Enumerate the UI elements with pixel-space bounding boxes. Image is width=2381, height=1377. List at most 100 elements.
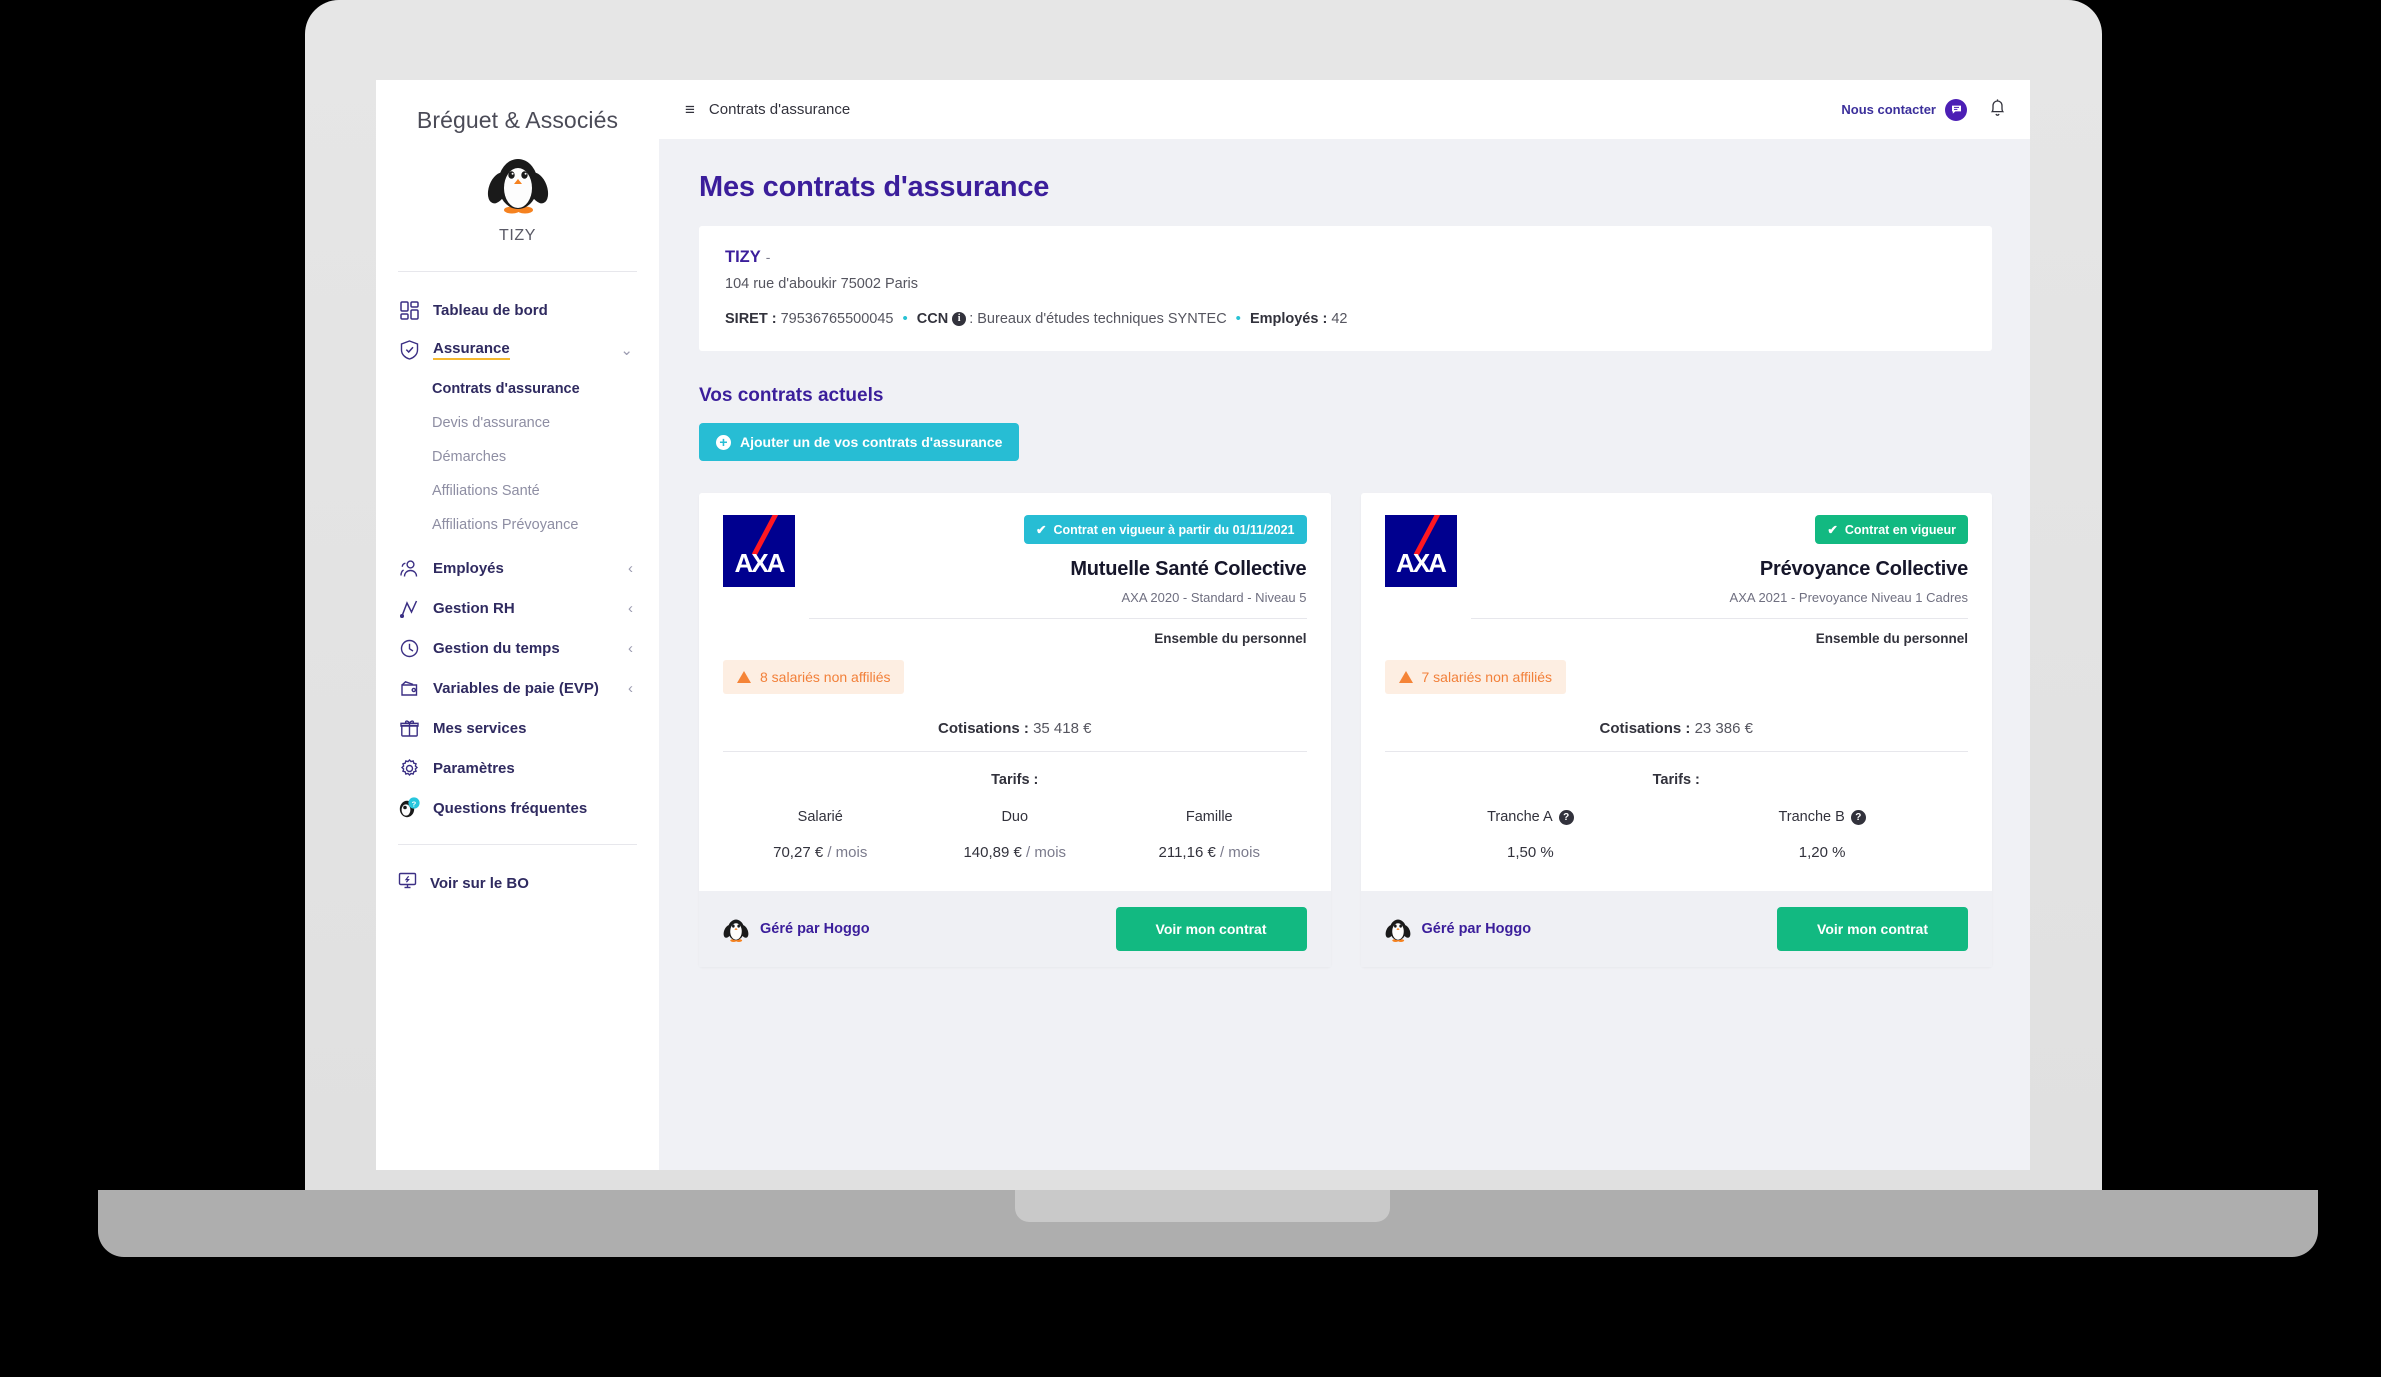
gift-icon bbox=[398, 717, 420, 739]
company-name-row: TIZY - bbox=[725, 248, 1966, 267]
page-title: Mes contrats d'assurance bbox=[699, 171, 1050, 203]
company-meta-row: SIRET : 79536765500045 • CCN i : Bureaux… bbox=[725, 310, 1966, 327]
penguin-icon bbox=[723, 919, 749, 942]
check-icon: ✔ bbox=[1827, 523, 1838, 537]
penguin-icon bbox=[1385, 919, 1410, 942]
contract-card-header-right: ✔ Contrat en vigueur Prévoyance Collecti… bbox=[1457, 515, 1968, 646]
chevron-left-icon[interactable]: ‹ bbox=[628, 681, 633, 696]
add-contract-button[interactable]: + Ajouter un de vos contrats d'assurance bbox=[699, 423, 1020, 461]
siret-value: 79536765500045 bbox=[780, 310, 894, 327]
penguin-icon bbox=[487, 159, 548, 214]
notification-bell-icon[interactable] bbox=[1989, 98, 2006, 122]
sidebar-nav: Tableau de bord Assurance ⌄ Contrats d'a… bbox=[376, 272, 659, 895]
tarif-header: Duo bbox=[1001, 809, 1028, 825]
sidebar-subitem-devis-dassurance[interactable]: Devis d'assurance bbox=[376, 406, 659, 440]
info-icon[interactable]: i bbox=[952, 311, 967, 326]
siret-label: SIRET : bbox=[725, 310, 777, 327]
contract-header-divider bbox=[1470, 618, 1968, 619]
hamburger-menu-icon[interactable]: ≡ bbox=[685, 101, 695, 118]
clock-icon bbox=[398, 637, 420, 659]
tarif-column: Tranche A ? 1,50 % bbox=[1385, 808, 1677, 861]
contract-header-divider bbox=[809, 618, 1307, 619]
topbar-actions: Nous contacter bbox=[1841, 98, 2006, 122]
contract-card-body: AXA ✔ Contrat en vigueur à partir du 01/… bbox=[699, 493, 1331, 891]
sidebar-subitem-contrats-dassurance[interactable]: Contrats d'assurance bbox=[376, 372, 659, 406]
sidebar-item-gestion-rh[interactable]: Gestion RH ‹ bbox=[376, 588, 659, 628]
tarif-column: Famille 211,16 € / mois bbox=[1112, 808, 1307, 861]
dashboard-icon bbox=[398, 299, 420, 321]
chevron-left-icon[interactable]: ‹ bbox=[628, 561, 633, 576]
tarif-value-row: 70,27 € / mois bbox=[723, 844, 918, 861]
contract-name: Prévoyance Collective bbox=[1759, 558, 1968, 580]
meta-separator: • bbox=[902, 310, 908, 327]
sidebar-subitem-affiliations-prevoyance[interactable]: Affiliations Prévoyance bbox=[376, 508, 659, 542]
contributions-value: 35 418 € bbox=[1033, 720, 1092, 737]
sidebar-item-voir-sur-le-bo[interactable]: Voir sur le BO bbox=[376, 845, 659, 895]
contract-scope: Ensemble du personnel bbox=[1815, 631, 1968, 646]
plus-icon: + bbox=[716, 434, 731, 450]
sidebar-item-questions-frequentes[interactable]: ? Questions fréquentes bbox=[376, 788, 659, 828]
warning-triangle-icon bbox=[1398, 671, 1413, 683]
tarif-header-label: Tranche B bbox=[1778, 809, 1845, 825]
chart-line-icon bbox=[398, 597, 420, 619]
sidebar-item-label: Tableau de bord bbox=[433, 301, 548, 319]
chevron-left-icon[interactable]: ‹ bbox=[628, 601, 633, 616]
tarif-value: 1,50 % bbox=[1507, 844, 1554, 861]
contract-name: Mutuelle Santé Collective bbox=[1070, 558, 1307, 580]
shield-check-icon bbox=[398, 339, 420, 361]
tarif-value-row: 211,16 € / mois bbox=[1112, 844, 1307, 861]
chevron-left-icon[interactable]: ‹ bbox=[628, 641, 633, 656]
sidebar-item-label: Paramètres bbox=[433, 759, 515, 777]
tarif-header: Famille bbox=[1186, 809, 1233, 825]
sidebar-item-mes-services[interactable]: Mes services bbox=[376, 708, 659, 748]
view-contract-button[interactable]: Voir mon contrat bbox=[1777, 907, 1968, 951]
contact-us-button[interactable]: Nous contacter bbox=[1841, 98, 1967, 121]
sidebar-item-tableau-de-bord[interactable]: Tableau de bord bbox=[376, 290, 659, 330]
contact-us-label: Nous contacter bbox=[1841, 102, 1936, 117]
sidebar-subitem-demarches[interactable]: Démarches bbox=[376, 440, 659, 474]
company-info-card: TIZY - 104 rue d'aboukir 75002 Paris SIRE… bbox=[699, 226, 1992, 351]
sidebar-item-variables-de-paie[interactable]: Variables de paie (EVP) ‹ bbox=[376, 668, 659, 708]
company-name: TIZY bbox=[725, 248, 761, 266]
unaffiliated-warning-pill[interactable]: 7 salariés non affiliés bbox=[1384, 660, 1566, 694]
contributions-label: Cotisations : bbox=[1599, 720, 1691, 737]
topbar-title: Contrats d'assurance bbox=[708, 101, 851, 118]
add-contract-label: Ajouter un de vos contrats d'assurance bbox=[740, 434, 1003, 450]
contract-card-body: AXA ✔ Contrat en vigueur Prévoyance Coll… bbox=[1361, 493, 1993, 891]
main-column: ≡ Contrats d'assurance Nous contacter Me… bbox=[659, 80, 2030, 1170]
app-screen: Bréguet & Associés TIZY Tableau de bord … bbox=[376, 80, 2030, 1170]
tarif-column: Duo 140,89 € / mois bbox=[918, 808, 1113, 861]
check-icon: ✔ bbox=[1035, 523, 1047, 537]
status-badge: ✔ Contrat en vigueur à partir du 01/11/2… bbox=[1023, 515, 1307, 544]
wallet-icon bbox=[398, 677, 420, 699]
contract-card-header: AXA ✔ Contrat en vigueur Prévoyance Coll… bbox=[1384, 515, 1968, 646]
chat-bubble-icon[interactable] bbox=[1945, 98, 1967, 121]
contributions-row: Cotisations : 23 386 € bbox=[1385, 720, 1969, 737]
sidebar-item-gestion-du-temps[interactable]: Gestion du temps ‹ bbox=[376, 628, 659, 668]
tarif-value-row: 1,20 % bbox=[1676, 844, 1968, 861]
sidebar-item-parametres[interactable]: Paramètres bbox=[376, 748, 659, 788]
sidebar-item-label: Voir sur le BO bbox=[430, 874, 529, 892]
sidebar-item-employes[interactable]: Employés ‹ bbox=[376, 548, 659, 588]
tarif-unit: / mois bbox=[1219, 844, 1260, 861]
tarif-column: Tranche B ? 1,20 % bbox=[1676, 808, 1968, 861]
help-icon[interactable]: ? bbox=[1558, 809, 1574, 825]
contributions-label: Cotisations : bbox=[938, 720, 1029, 737]
axa-logo-icon: AXA bbox=[1384, 515, 1457, 587]
help-icon[interactable]: ? bbox=[1850, 809, 1866, 825]
tarif-value: 1,20 % bbox=[1798, 844, 1846, 861]
unaffiliated-warning-label: 8 salariés non affiliés bbox=[760, 669, 891, 685]
brand-subtitle: TIZY bbox=[498, 227, 537, 244]
sidebar-item-assurance[interactable]: Assurance ⌄ bbox=[376, 330, 659, 370]
contributions-value: 23 386 € bbox=[1694, 720, 1753, 737]
view-contract-button[interactable]: Voir mon contrat bbox=[1115, 907, 1307, 951]
sidebar-subitem-affiliations-sante[interactable]: Affiliations Santé bbox=[376, 474, 659, 508]
unaffiliated-warning-pill[interactable]: 8 salariés non affiliés bbox=[723, 660, 905, 694]
managed-by-label: Géré par Hoggo bbox=[760, 921, 870, 937]
tarifs-grid: Tranche A ? 1,50 % Tranche B ? 1,20 % bbox=[1385, 808, 1969, 891]
sidebar-item-label: Assurance bbox=[433, 340, 510, 360]
chevron-down-icon[interactable]: ⌄ bbox=[620, 343, 633, 358]
sidebar: Bréguet & Associés TIZY Tableau de bord … bbox=[376, 80, 659, 1170]
company-address: 104 rue d'aboukir 75002 Paris bbox=[725, 276, 919, 292]
section-title-current-contracts: Vos contrats actuels bbox=[699, 385, 884, 406]
